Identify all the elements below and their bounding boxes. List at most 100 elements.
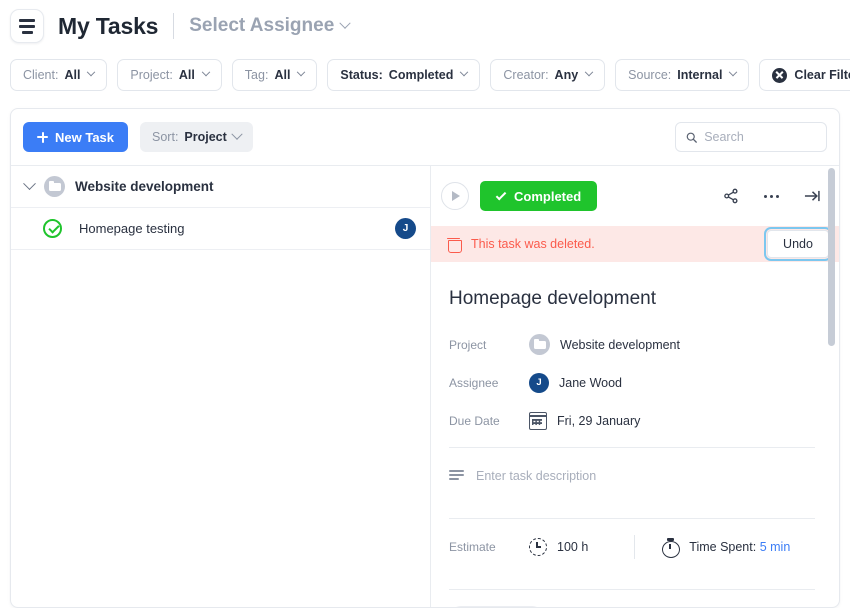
time-spent: Time Spent: 5 min — [689, 540, 790, 554]
chevron-down-icon — [584, 67, 594, 77]
assignee-selector-label: Select Assignee — [189, 15, 335, 36]
description-lines-icon — [449, 470, 464, 482]
main-card: New Task Sort: Project Website developme… — [10, 108, 840, 608]
description-placeholder: Enter task description — [476, 469, 597, 483]
filter-project-value: All — [178, 68, 195, 82]
detail-body: Homepage development Project Website dev… — [431, 262, 839, 607]
clear-filter-label: Clear Filter — [794, 68, 850, 82]
filter-status-label: Status: — [340, 68, 383, 82]
card-toolbar: New Task Sort: Project — [11, 109, 839, 165]
filter-status-value: Completed — [388, 68, 454, 82]
tag-list: development — [441, 590, 815, 607]
check-circle-icon[interactable] — [43, 219, 62, 238]
folder-icon — [44, 176, 65, 197]
card-body: Website development Homepage testing J C… — [11, 165, 839, 607]
title-divider — [173, 13, 175, 39]
time-spent-label: Time Spent: — [689, 540, 757, 554]
time-spent-value[interactable]: 5 min — [760, 540, 791, 554]
avatar: J — [529, 372, 549, 393]
undo-button[interactable]: Undo — [764, 227, 832, 261]
search-wrapper — [675, 122, 827, 152]
sort-label: Sort: — [152, 130, 179, 144]
chevron-down-icon — [339, 17, 351, 29]
plus-icon — [37, 131, 48, 143]
filter-project-label: Project: — [130, 68, 173, 82]
deleted-alert-banner: This task was deleted. Undo — [431, 226, 839, 262]
alert-message: This task was deleted. — [471, 237, 595, 251]
field-project-label: Project — [449, 337, 487, 352]
status-badge-completed[interactable]: Completed — [480, 181, 598, 211]
list-item[interactable]: Homepage testing J — [11, 208, 430, 250]
field-due-date: Due Date Fri, 29 January — [441, 408, 815, 433]
hamburger-menu-icon[interactable] — [10, 9, 44, 43]
field-due-date-label: Due Date — [449, 413, 500, 428]
clear-filter-button[interactable]: Clear Filter — [759, 59, 850, 91]
filter-creator-label: Creator: — [503, 68, 549, 82]
field-assignee: Assignee J Jane Wood — [441, 370, 815, 395]
filter-client[interactable]: Client: All — [10, 59, 108, 91]
app-header: My Tasks Select Assignee — [0, 0, 850, 52]
new-task-button[interactable]: New Task — [23, 122, 129, 152]
filter-tag[interactable]: Tag: All — [231, 59, 318, 91]
chevron-down-icon — [23, 177, 36, 191]
filter-bar: Client: All Project: All Tag: All Status… — [0, 52, 850, 98]
chevron-down-icon — [87, 67, 96, 77]
new-task-label: New Task — [55, 129, 115, 145]
detail-header-actions — [723, 188, 821, 204]
page-title: My Tasks — [58, 12, 159, 39]
close-circle-icon — [772, 67, 788, 83]
time-tracking-row: Estimate 100 h Time Spent: 5 min — [441, 519, 815, 575]
filter-status[interactable]: Status: Completed — [327, 59, 481, 91]
divider — [634, 535, 636, 559]
task-description-field[interactable]: Enter task description — [441, 448, 815, 504]
field-assignee-value[interactable]: J Jane Wood — [529, 372, 623, 393]
filter-tag-value: All — [274, 68, 291, 82]
search-input[interactable] — [704, 130, 816, 144]
field-project: Project Website development — [441, 332, 815, 357]
chevron-down-icon — [231, 128, 243, 140]
filter-client-value: All — [64, 68, 81, 82]
estimate-value[interactable]: 100 h — [557, 540, 588, 554]
search-box[interactable] — [675, 122, 827, 152]
search-icon — [686, 132, 697, 143]
task-list-pane: Website development Homepage testing J — [11, 166, 431, 607]
field-assignee-label: Assignee — [449, 375, 499, 390]
filter-client-label: Client: — [23, 68, 59, 82]
filter-creator[interactable]: Creator: Any — [490, 59, 606, 91]
more-options-icon[interactable] — [764, 194, 779, 198]
task-group-website-development[interactable]: Website development — [11, 166, 430, 208]
collapse-panel-icon[interactable] — [804, 189, 821, 203]
field-due-date-value[interactable]: Fri, 29 January — [529, 411, 641, 430]
task-detail-pane: Completed This task was deleted. Undo Ho… — [431, 166, 839, 607]
filter-project[interactable]: Project: All — [117, 59, 222, 91]
chevron-down-icon — [460, 67, 469, 77]
task-group-label: Website development — [75, 179, 214, 194]
filter-source-value: Internal — [677, 68, 723, 82]
estimate-clock-icon — [529, 538, 547, 556]
field-assignee-text: Jane Wood — [559, 375, 623, 390]
stopwatch-icon — [661, 538, 680, 558]
field-project-text: Website development — [560, 337, 680, 352]
trash-icon — [447, 237, 462, 254]
field-due-date-text: Fri, 29 January — [557, 413, 641, 428]
scrollbar-thumb[interactable] — [828, 168, 835, 346]
filter-source[interactable]: Source: Internal — [615, 59, 750, 91]
task-title[interactable]: Homepage development — [449, 288, 815, 310]
filter-tag-label: Tag: — [244, 68, 269, 82]
estimate-label: Estimate — [449, 540, 496, 554]
detail-scrollbar[interactable] — [828, 168, 835, 607]
assignee-selector[interactable]: Select Assignee — [189, 15, 351, 37]
chevron-down-icon — [297, 67, 306, 77]
task-name: Homepage testing — [79, 221, 185, 236]
check-icon — [495, 189, 507, 200]
filter-creator-value: Any — [554, 68, 579, 82]
field-project-value[interactable]: Website development — [529, 334, 680, 355]
avatar[interactable]: J — [395, 218, 416, 239]
detail-header: Completed — [431, 166, 839, 226]
chevron-down-icon — [201, 67, 211, 77]
sort-button[interactable]: Sort: Project — [140, 122, 253, 152]
sort-value: Project — [184, 130, 227, 144]
filter-source-label: Source: — [628, 68, 672, 82]
play-timer-button[interactable] — [441, 182, 469, 210]
share-icon[interactable] — [723, 188, 739, 204]
